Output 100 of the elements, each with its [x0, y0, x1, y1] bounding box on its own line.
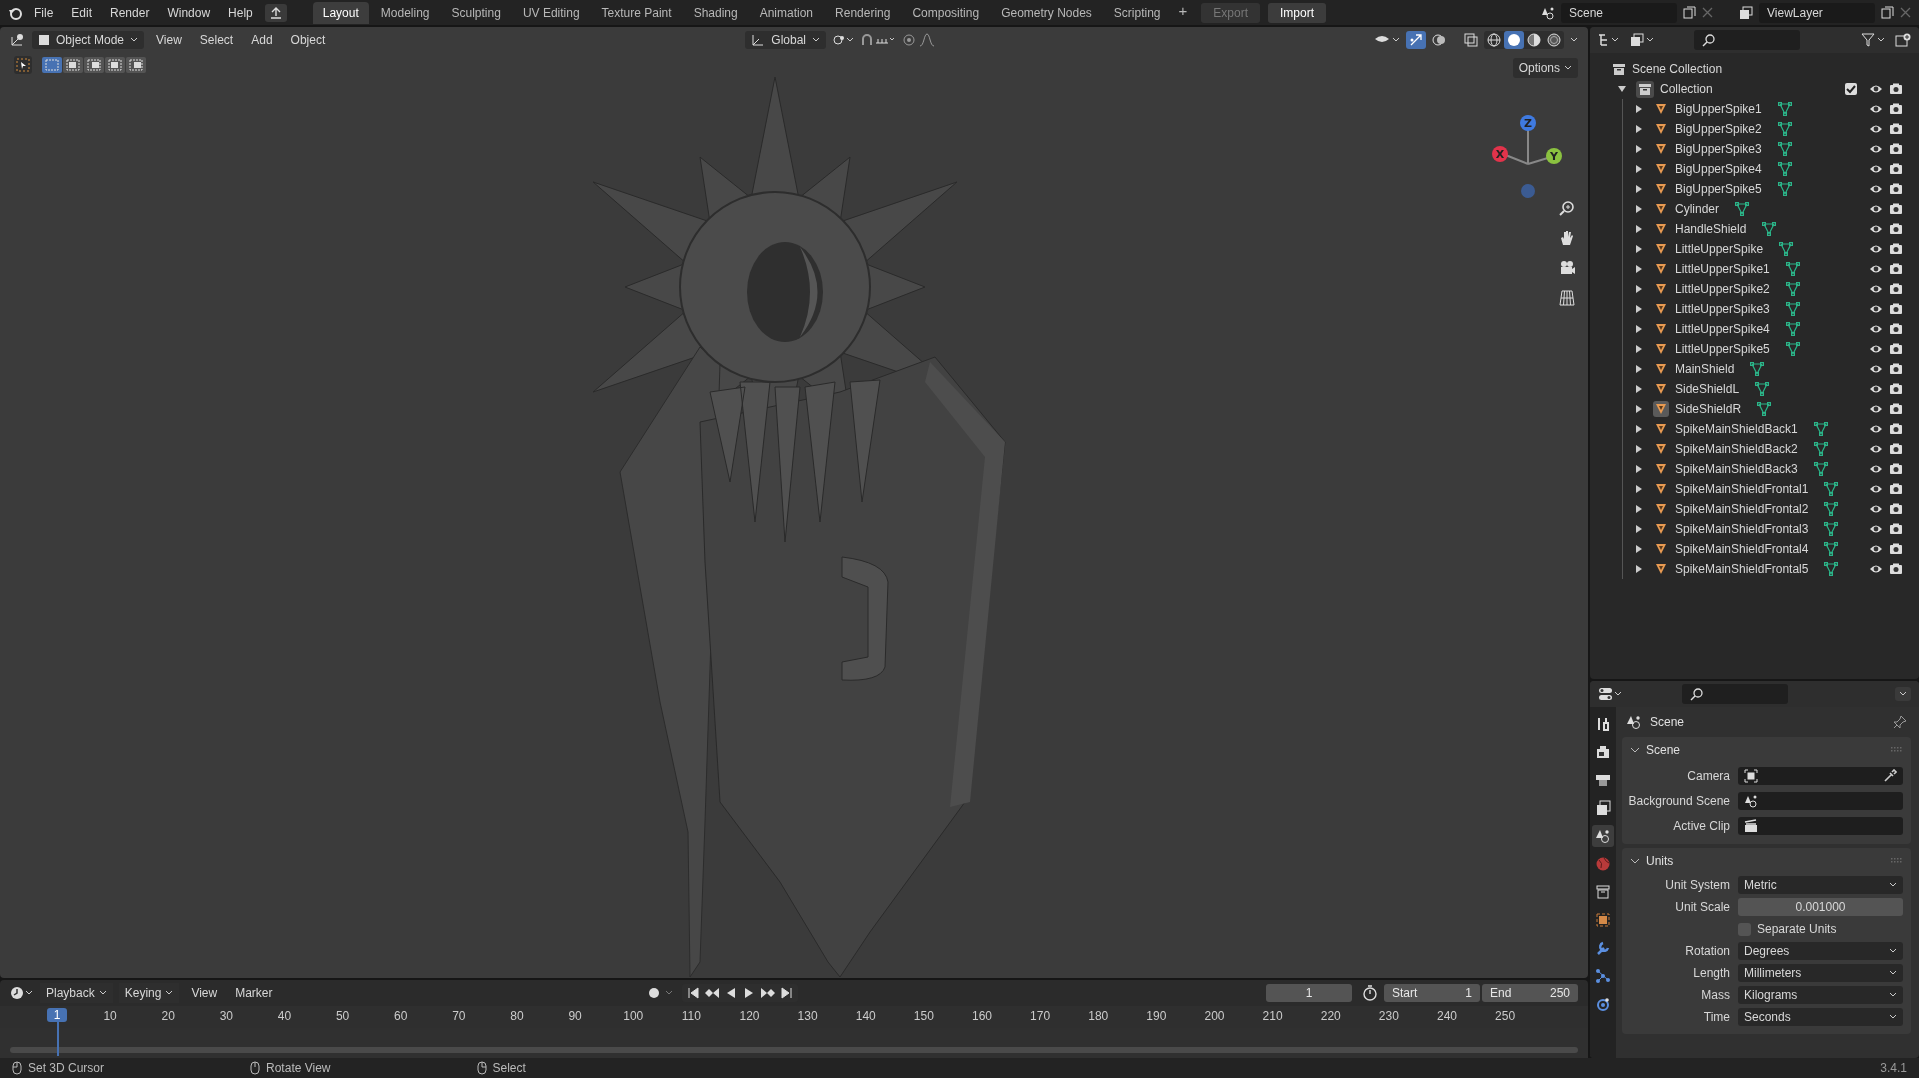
outliner-item[interactable]: BigUpperSpike2 [1675, 122, 1762, 136]
add-workspace-button[interactable]: + [1172, 1, 1194, 24]
disclosure-triangle-icon[interactable] [1635, 345, 1643, 353]
zoom-icon[interactable] [1558, 199, 1576, 217]
outliner-item[interactable]: LittleUpperSpike1 [1675, 262, 1770, 276]
mode-dropdown[interactable]: Object Mode [32, 31, 145, 49]
clock-icon[interactable] [10, 986, 34, 1000]
disclosure-triangle-icon[interactable] [1635, 285, 1643, 293]
previous-keyframe-icon[interactable] [704, 986, 721, 1000]
outliner-item[interactable]: LittleUpperSpike4 [1675, 322, 1770, 336]
eyedropper-icon[interactable] [1883, 768, 1897, 783]
chevron-icon[interactable] [1630, 857, 1640, 865]
menu-item[interactable]: Select [193, 30, 240, 50]
caret-icon[interactable] [1570, 37, 1578, 43]
mesh-data-icon[interactable] [1777, 102, 1792, 116]
camera-icon[interactable] [1889, 83, 1903, 95]
outliner-item[interactable]: SpikeMainShieldFrontal5 [1675, 562, 1809, 576]
eye-icon[interactable] [1869, 223, 1883, 235]
outliner-item[interactable]: SideShieldR [1675, 402, 1742, 416]
copy-icon[interactable] [1683, 6, 1696, 19]
camera-icon[interactable] [1889, 303, 1903, 315]
disclosure-triangle-icon[interactable] [1635, 365, 1643, 373]
editor-type-icon[interactable] [10, 33, 26, 47]
outliner-item[interactable]: SpikeMainShieldFrontal3 [1675, 522, 1809, 536]
workspace-tab[interactable]: Sculpting [441, 1, 511, 24]
hand-icon[interactable] [1558, 229, 1576, 247]
orientation-dropdown[interactable]: Global [745, 31, 826, 49]
disclosure-triangle-icon[interactable] [1635, 505, 1643, 513]
disclosure-triangle-icon[interactable] [1618, 85, 1626, 93]
menu-item[interactable]: Render [104, 2, 156, 23]
playhead[interactable]: 1 [47, 1008, 67, 1022]
selection-mode-button[interactable] [84, 57, 104, 73]
mesh-data-icon[interactable] [1785, 262, 1800, 276]
disclosure-triangle-icon[interactable] [1635, 125, 1643, 133]
mesh-data-icon[interactable] [1824, 502, 1839, 516]
workspace-tab[interactable]: Layout [312, 1, 369, 24]
solid-shading-button[interactable] [1504, 31, 1524, 49]
disclosure-triangle-icon[interactable] [1635, 185, 1643, 193]
scrollbar[interactable] [10, 1047, 1578, 1053]
outliner-item[interactable]: SpikeMainShieldBack3 [1675, 462, 1798, 476]
camera-icon[interactable] [1889, 123, 1903, 135]
mesh-data-icon[interactable] [1750, 362, 1765, 376]
search-field[interactable] [1694, 30, 1800, 50]
axis-handle[interactable]: X [1492, 146, 1508, 162]
current-frame-field[interactable]: 1 [1266, 984, 1352, 1002]
close-icon[interactable] [1900, 7, 1911, 18]
outliner-item[interactable]: BigUpperSpike5 [1675, 182, 1762, 196]
workspace-tab[interactable]: Scripting [1103, 1, 1171, 24]
eye-icon[interactable] [1869, 243, 1883, 255]
collection-icon-button[interactable] [1636, 80, 1654, 98]
disclosure-triangle-icon[interactable] [1635, 425, 1643, 433]
section-header[interactable]: Scene [1646, 743, 1681, 757]
menu-item[interactable]: View [185, 983, 224, 1003]
workspace-tab[interactable]: Shading [683, 1, 748, 24]
outliner-item[interactable]: SpikeMainShieldBack2 [1675, 442, 1798, 456]
camera-icon[interactable] [1889, 483, 1903, 495]
menu-item[interactable]: File [28, 2, 60, 23]
number-field[interactable]: 0.001000 [1738, 898, 1903, 916]
logo-icon[interactable] [8, 5, 22, 20]
end-frame-field[interactable]: End 250 [1482, 984, 1578, 1002]
disclosure-triangle-icon[interactable] [1635, 385, 1643, 393]
eye-icon[interactable] [1869, 203, 1883, 215]
eye-icon[interactable] [1869, 83, 1883, 95]
workspace-tab[interactable]: Animation [749, 1, 824, 24]
grid-icon[interactable] [1558, 289, 1576, 307]
camera-icon[interactable] [1889, 263, 1903, 275]
disclosure-triangle-icon[interactable] [1635, 265, 1643, 273]
eye-icon[interactable] [1869, 563, 1883, 575]
mesh-data-icon[interactable] [1762, 222, 1777, 236]
disclosure-triangle-icon[interactable] [1635, 325, 1643, 333]
camera-icon[interactable] [1889, 203, 1903, 215]
search-field[interactable] [1682, 684, 1788, 704]
workspace-tab[interactable]: Rendering [825, 1, 901, 24]
camera-icon[interactable] [1889, 323, 1903, 335]
stopwatch-icon[interactable] [1362, 985, 1378, 1001]
exclude-checkbox[interactable] [1845, 83, 1857, 95]
jump-start-icon[interactable] [686, 986, 701, 1000]
pivot-icon[interactable] [832, 33, 854, 47]
menu-item[interactable]: Add [245, 30, 279, 50]
mesh-data-icon[interactable] [1785, 342, 1800, 356]
eye-icon[interactable] [1869, 323, 1883, 335]
camera-icon[interactable] [1889, 343, 1903, 355]
xray-icon[interactable] [1464, 33, 1478, 47]
options-dropdown[interactable] [1895, 687, 1911, 701]
camera-icon[interactable] [1889, 243, 1903, 255]
camera-icon[interactable] [1889, 523, 1903, 535]
camera-field[interactable] [1738, 766, 1903, 785]
eye-icon[interactable] [1869, 443, 1883, 455]
disclosure-triangle-icon[interactable] [1635, 225, 1643, 233]
eye-icon[interactable] [1869, 463, 1883, 475]
mesh-data-icon[interactable] [1824, 482, 1839, 496]
workspace-tab[interactable]: Texture Paint [591, 1, 682, 24]
eye-icon[interactable] [1869, 163, 1883, 175]
disclosure-triangle-icon[interactable] [1635, 445, 1643, 453]
import-button[interactable]: Import [1267, 2, 1326, 23]
scene-field[interactable]: Scene [1561, 2, 1677, 23]
mesh-data-icon[interactable] [1813, 422, 1828, 436]
filter-icon[interactable] [1861, 33, 1887, 47]
next-keyframe-icon[interactable] [760, 986, 777, 1000]
mesh-data-icon[interactable] [1779, 242, 1794, 256]
